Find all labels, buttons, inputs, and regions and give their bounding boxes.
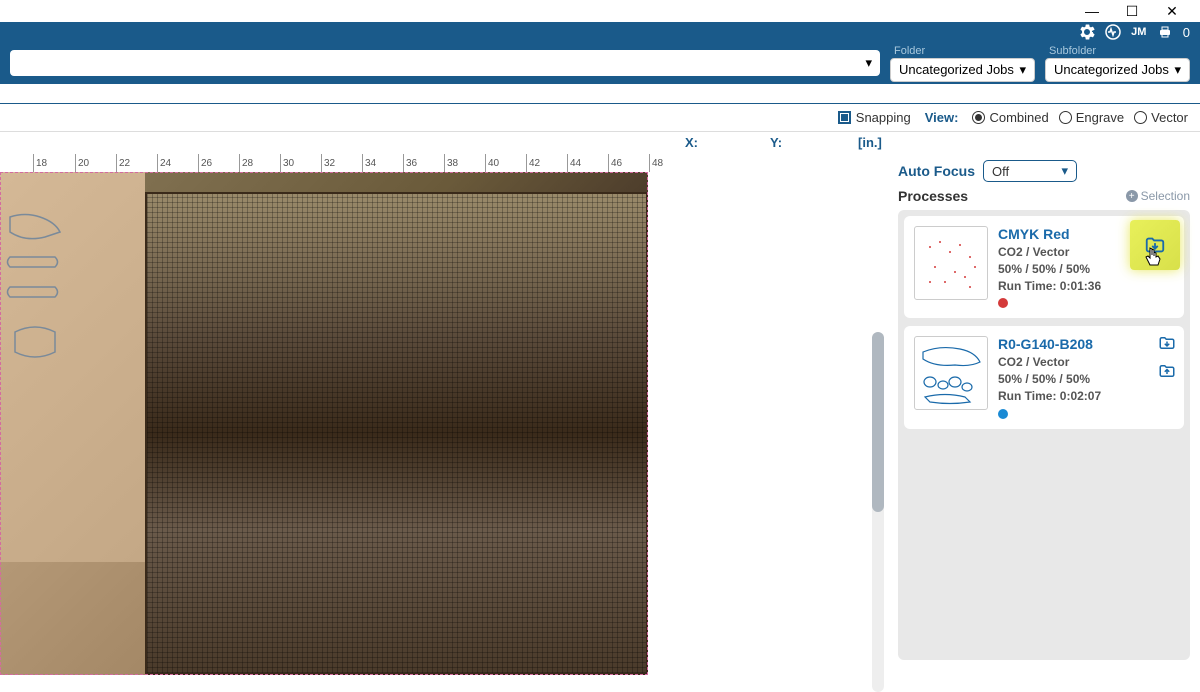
top-icon-bar: JM 0: [0, 22, 1200, 42]
view-engrave-radio[interactable]: Engrave: [1059, 110, 1124, 125]
process-runtime: Run Time: 0:02:07: [998, 388, 1174, 405]
user-initials-icon[interactable]: JM: [1131, 24, 1147, 40]
subfolder-select[interactable]: Uncategorized Jobs▾: [1045, 58, 1190, 82]
autofocus-label: Auto Focus: [898, 163, 975, 179]
horizontal-ruler: 18 20 22 24 26 28 30 32 34 36 38 40 42 4…: [0, 154, 888, 172]
folder-label: Folder: [890, 45, 1035, 57]
unit-label: [in.]: [858, 135, 882, 150]
process-type: CO2 / Vector: [998, 354, 1174, 371]
folder-select[interactable]: Uncategorized Jobs▾: [890, 58, 1035, 82]
folder-export-icon: [1158, 362, 1176, 380]
canvas-viewport[interactable]: [0, 172, 888, 675]
gear-icon[interactable]: [1079, 24, 1095, 40]
view-vector-radio[interactable]: Vector: [1134, 110, 1188, 125]
add-selection-button[interactable]: + Selection: [1126, 189, 1190, 203]
process-color-dot: [998, 409, 1008, 419]
window-titlebar: — ☐ ✕: [0, 0, 1200, 22]
export-settings-button[interactable]: [1158, 362, 1176, 380]
job-selector-row: ▾ Folder Uncategorized Jobs▾ Subfolder U…: [0, 42, 1200, 84]
folder-import-icon: [1144, 234, 1166, 256]
view-radio-group: Combined Engrave Vector: [972, 110, 1188, 125]
process-params: 50% / 50% / 50%: [998, 371, 1174, 388]
jobs-count: 0: [1183, 25, 1190, 40]
subfolder-label: Subfolder: [1045, 45, 1190, 57]
minimize-button[interactable]: —: [1072, 0, 1112, 22]
processes-heading: Processes: [898, 188, 968, 204]
import-settings-button[interactable]: [1158, 334, 1176, 352]
maximize-button[interactable]: ☐: [1112, 0, 1152, 22]
view-combined-radio[interactable]: Combined: [972, 110, 1048, 125]
coordinate-readout: X: Y: [in.]: [0, 132, 1200, 154]
process-card[interactable]: CMYK Red CO2 / Vector 50% / 50% / 50% Ru…: [904, 216, 1184, 318]
process-thumbnail: [914, 336, 988, 410]
canvas-scrollbar[interactable]: [872, 332, 884, 692]
close-button[interactable]: ✕: [1152, 0, 1192, 22]
main-area: 18 20 22 24 26 28 30 32 34 36 38 40 42 4…: [0, 154, 1200, 675]
x-label: X:: [685, 135, 698, 150]
process-card[interactable]: R0-G140-B208 CO2 / Vector 50% / 50% / 50…: [904, 326, 1184, 428]
job-dropdown[interactable]: ▾: [10, 50, 880, 76]
activity-icon[interactable]: [1105, 24, 1121, 40]
view-label: View:: [925, 110, 959, 125]
folder-import-icon: [1158, 334, 1176, 352]
import-settings-button[interactable]: [1130, 220, 1180, 270]
plus-icon: +: [1126, 190, 1138, 202]
process-runtime: Run Time: 0:01:36: [998, 278, 1174, 295]
printer-icon[interactable]: [1157, 24, 1173, 40]
cut-shapes-overlay: [5, 212, 75, 412]
y-label: Y:: [770, 135, 782, 150]
process-name: R0-G140-B208: [998, 336, 1174, 352]
snapping-checkbox[interactable]: Snapping: [838, 110, 911, 125]
laser-bed-image: [0, 172, 648, 675]
process-color-dot: [998, 298, 1008, 308]
spacer-bar: [0, 84, 1200, 104]
view-options-row: Snapping View: Combined Engrave Vector: [0, 104, 1200, 132]
right-sidebar: Auto Focus Off▾ Processes + Selection: [888, 154, 1200, 675]
process-list: CMYK Red CO2 / Vector 50% / 50% / 50% Ru…: [898, 210, 1190, 660]
process-thumbnail: [914, 226, 988, 300]
scrollbar-thumb[interactable]: [872, 332, 884, 512]
autofocus-select[interactable]: Off▾: [983, 160, 1077, 182]
